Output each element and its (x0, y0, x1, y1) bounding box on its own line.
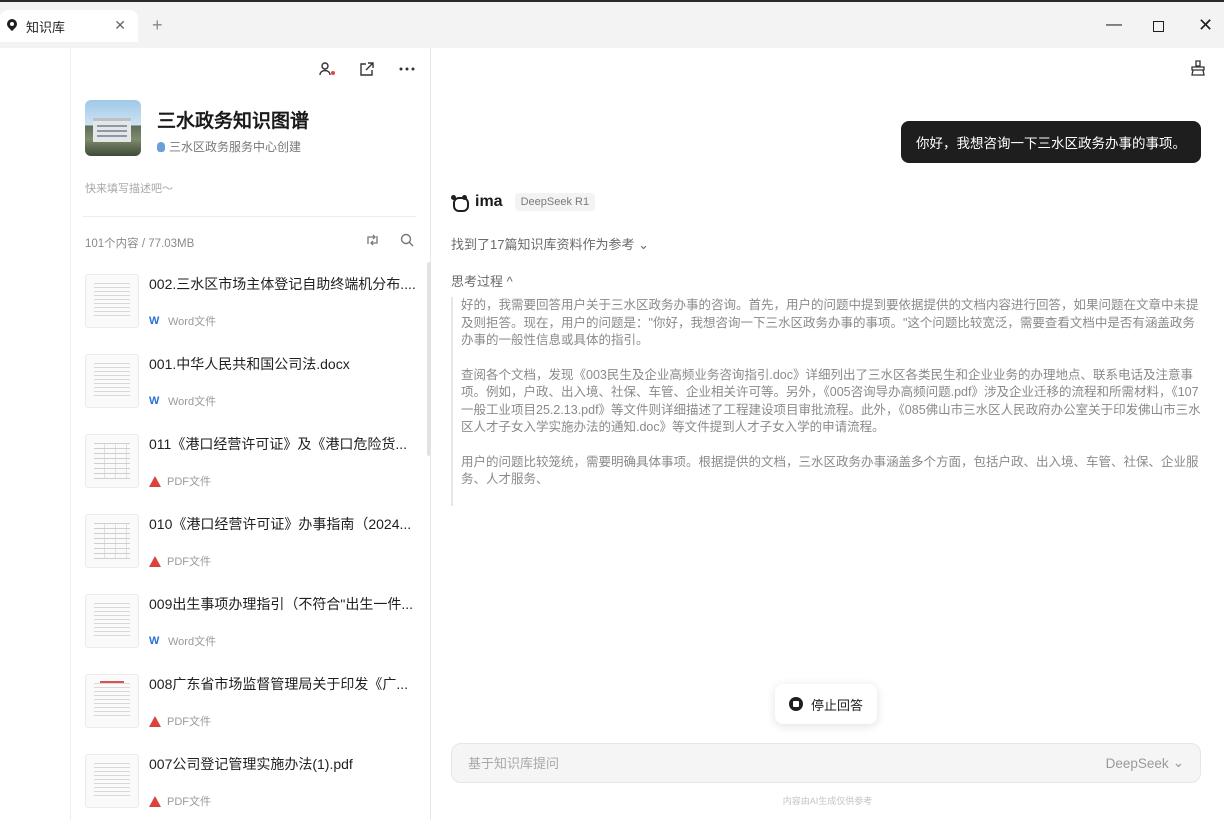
chevron-down-icon: ⌄ (638, 237, 649, 252)
document-item[interactable]: 009出生事项办理指引（不符合"出生一件... W Word文件 (83, 586, 421, 666)
divider (83, 216, 416, 217)
members-icon[interactable] (318, 60, 336, 78)
panel-toolbar (318, 60, 416, 78)
close-window-button[interactable]: ✕ (1198, 16, 1213, 34)
references-toggle[interactable]: 找到了17篇知识库资料作为参考 ⌄ (451, 234, 649, 253)
kb-header: 三水政务知识图谱 三水区政务服务中心创建 (85, 100, 416, 160)
maximize-button[interactable] (1153, 21, 1164, 32)
clear-chat-icon[interactable] (1190, 60, 1208, 78)
location-pin-icon (6, 19, 18, 33)
document-type: PDF文件 (149, 713, 211, 729)
user-message: 你好，我想咨询一下三水区政务办事的事项。 (901, 121, 1201, 163)
search-icon[interactable] (400, 233, 414, 247)
document-item[interactable]: 011《港口经营许可证》及《港口危险货... PDF文件 (83, 426, 421, 506)
document-type: W Word文件 (149, 393, 216, 409)
document-list: 002.三水区市场主体登记自助终端机分布.... W Word文件 001.中华… (83, 266, 421, 820)
kb-owner: 三水区政务服务中心创建 (157, 138, 301, 155)
document-type-label: PDF文件 (167, 476, 211, 488)
document-item[interactable]: 002.三水区市场主体登记自助终端机分布.... W Word文件 (83, 266, 421, 346)
stop-answer-button[interactable]: 停止回答 (775, 684, 877, 724)
document-title: 002.三水区市场主体登记自助终端机分布.... (149, 276, 416, 292)
document-thumbnail (85, 754, 139, 808)
content-count-row: 101个内容 / 77.03MB (85, 233, 416, 250)
tab-close-icon[interactable]: ✕ (114, 17, 126, 34)
document-type-label: Word文件 (168, 396, 217, 408)
model-select-label: DeepSeek (1105, 755, 1169, 771)
document-type: PDF文件 (149, 793, 211, 809)
document-thumbnail (85, 274, 139, 328)
knowledge-base-panel: 三水政务知识图谱 三水区政务服务中心创建 快来填写描述吧～ 101个内容 / 7… (70, 48, 431, 820)
document-thumbnail (85, 674, 139, 728)
pdf-file-icon (149, 715, 161, 727)
document-title: 001.中华人民共和国公司法.docx (149, 356, 350, 372)
model-select[interactable]: DeepSeek ⌄ (1106, 755, 1184, 771)
document-type: PDF文件 (149, 473, 211, 489)
thinking-label: 思考过程 (451, 274, 504, 289)
document-type-label: Word文件 (168, 636, 217, 648)
pdf-file-icon (149, 795, 161, 807)
chevron-down-icon: ⌄ (1172, 755, 1184, 770)
content-count: 101个内容 / 77.03MB (85, 238, 195, 250)
document-item[interactable]: 008广东省市场监督管理局关于印发《广... PDF文件 (83, 666, 421, 746)
tab-title: 知识库 (26, 19, 66, 35)
document-type: W Word文件 (149, 633, 216, 649)
document-thumbnail (85, 514, 139, 568)
kb-cover-image (85, 100, 141, 156)
stop-label: 停止回答 (810, 697, 863, 713)
document-thumbnail (85, 434, 139, 488)
thinking-content: 好的，我需要回答用户关于三水区政务办事的咨询。首先，用户的问题中提到要依据提供的… (451, 297, 1207, 506)
document-item[interactable]: 010《港口经营许可证》办事指南（2024... PDF文件 (83, 506, 421, 586)
word-file-icon: W (149, 635, 160, 647)
chat-panel: 你好，我想咨询一下三水区政务办事的事项。 ima DeepSeek R1 找到了… (431, 48, 1224, 820)
list-tools (366, 233, 414, 247)
document-title: 011《港口经营许可证》及《港口危险货... (149, 436, 407, 452)
model-tag: DeepSeek R1 (514, 193, 596, 211)
question-input[interactable] (452, 744, 1072, 782)
ai-disclaimer: 内容由AI生成仅供参考 (782, 796, 873, 806)
title-bar: 知识库 ✕ + — ✕ (0, 0, 1224, 48)
assistant-header: ima DeepSeek R1 (451, 193, 596, 212)
document-type-label: PDF文件 (167, 796, 211, 808)
panda-avatar-icon (451, 195, 469, 212)
word-file-icon: W (149, 315, 160, 327)
thinking-toggle[interactable]: 思考过程 ^ (451, 271, 513, 290)
share-icon[interactable] (358, 60, 376, 78)
thinking-paragraph: 好的，我需要回答用户关于三水区政务办事的咨询。首先，用户的问题中提到要依据提供的… (461, 298, 1199, 347)
document-title: 007公司登记管理实施办法(1).pdf (149, 756, 353, 772)
chevron-up-icon: ^ (506, 274, 513, 289)
document-thumbnail (85, 594, 139, 648)
kb-title: 三水政务知识图谱 (157, 111, 310, 132)
creator-icon (157, 141, 165, 152)
new-tab-button[interactable]: + (152, 16, 163, 34)
thinking-paragraph: 查阅各个文档，发现《003民生及企业高频业务咨询指引.doc》详细列出了三水区各… (461, 367, 1201, 435)
word-file-icon: W (149, 395, 160, 407)
kb-owner-text: 三水区政务服务中心创建 (169, 140, 302, 154)
document-title: 008广东省市场监督管理局关于印发《广... (149, 676, 409, 692)
document-title: 010《港口经营许可证》办事指南（2024... (149, 516, 412, 532)
document-title: 009出生事项办理指引（不符合"出生一件... (149, 596, 413, 612)
document-thumbnail (85, 354, 139, 408)
app-window: 知识库 ✕ + — ✕ 三水政务知识图谱 三水区政务服务中心创建 快来填写描述吧… (0, 0, 1224, 820)
pdf-file-icon (149, 555, 161, 567)
references-text: 找到了17篇知识库资料作为参考 (451, 237, 635, 252)
more-icon[interactable] (398, 60, 416, 78)
pdf-file-icon (149, 475, 161, 487)
kb-description-field[interactable]: 快来填写描述吧～ (85, 180, 173, 196)
document-type-label: Word文件 (168, 316, 217, 328)
assistant-name: ima (475, 193, 503, 210)
document-type-label: PDF文件 (167, 556, 211, 568)
question-input-bar: DeepSeek ⌄ (451, 743, 1201, 783)
minimize-button[interactable]: — (1106, 16, 1122, 34)
thinking-paragraph: 用户的问题比较笼统，需要明确具体事项。根据提供的文档，三水区政务办事涵盖多个方面… (461, 454, 1199, 487)
document-type-label: PDF文件 (167, 716, 211, 728)
sort-icon[interactable] (366, 233, 380, 247)
document-item[interactable]: 007公司登记管理实施办法(1).pdf PDF文件 (83, 746, 421, 820)
tab-knowledge-base[interactable]: 知识库 ✕ (0, 10, 138, 42)
document-item[interactable]: 001.中华人民共和国公司法.docx W Word文件 (83, 346, 421, 426)
document-type: W Word文件 (149, 313, 216, 329)
stop-icon (788, 697, 803, 711)
document-type: PDF文件 (149, 553, 211, 569)
